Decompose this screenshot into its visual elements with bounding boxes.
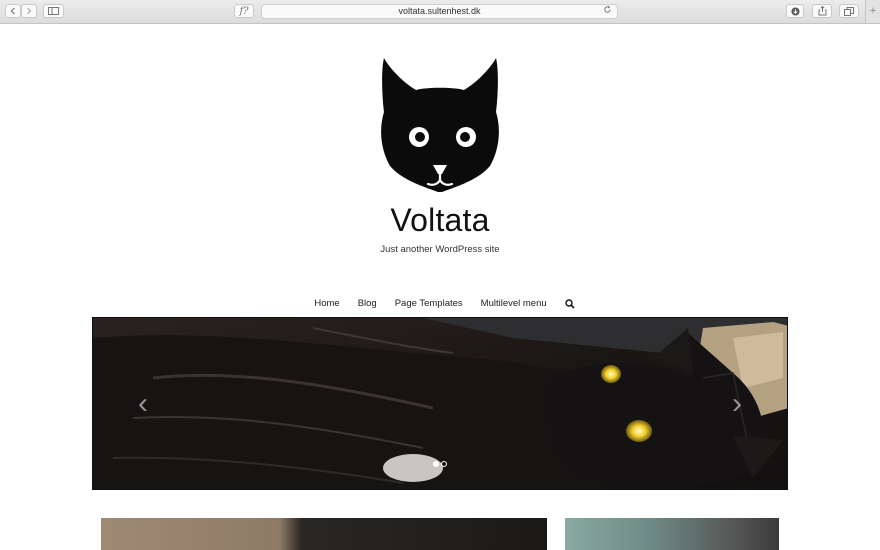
slider-prev-button[interactable]: ‹ bbox=[131, 389, 155, 419]
slider-dot-1[interactable] bbox=[433, 461, 439, 467]
sidebar-toggle-button[interactable] bbox=[43, 4, 64, 18]
forward-button[interactable] bbox=[21, 4, 37, 18]
post-thumbnail[interactable] bbox=[565, 518, 779, 550]
search-icon[interactable] bbox=[564, 298, 575, 309]
reader-button[interactable]: f? bbox=[234, 4, 254, 18]
reload-icon[interactable] bbox=[603, 5, 612, 17]
new-tab-button[interactable]: + bbox=[865, 0, 880, 23]
image-slider[interactable]: ‹ › bbox=[92, 317, 788, 490]
share-button[interactable] bbox=[812, 4, 832, 18]
back-button[interactable] bbox=[5, 4, 21, 18]
download-icon bbox=[790, 6, 800, 16]
address-bar[interactable]: voltata.sultenhest.dk bbox=[261, 4, 618, 19]
slider-dot-2[interactable] bbox=[441, 461, 447, 467]
share-icon bbox=[818, 6, 826, 16]
nav-item-blog[interactable]: Blog bbox=[358, 298, 377, 309]
slider-pagination bbox=[433, 461, 447, 467]
main-navigation: Home Blog Page Templates Multilevel menu bbox=[0, 298, 880, 309]
nav-item-home[interactable]: Home bbox=[314, 298, 339, 309]
chevron-right-icon bbox=[27, 7, 32, 15]
tabs-overview-button[interactable] bbox=[839, 4, 859, 18]
site-tagline: Just another WordPress site bbox=[380, 244, 500, 255]
downloads-button[interactable] bbox=[786, 4, 804, 18]
chevron-left-icon bbox=[10, 7, 15, 15]
post-thumbnail[interactable] bbox=[101, 518, 547, 550]
browser-toolbar: f? voltata.sultenhest.dk + bbox=[0, 0, 880, 24]
nav-item-multilevel-menu[interactable]: Multilevel menu bbox=[481, 298, 547, 309]
tabs-icon bbox=[844, 6, 854, 16]
slider-next-button[interactable]: › bbox=[725, 389, 749, 419]
site-title[interactable]: Voltata bbox=[0, 202, 880, 239]
site-logo[interactable] bbox=[380, 56, 500, 196]
sidebar-icon bbox=[48, 7, 59, 15]
url-text: voltata.sultenhest.dk bbox=[398, 6, 481, 16]
nav-item-page-templates[interactable]: Page Templates bbox=[395, 298, 463, 309]
black-cat-head-icon bbox=[381, 58, 499, 192]
